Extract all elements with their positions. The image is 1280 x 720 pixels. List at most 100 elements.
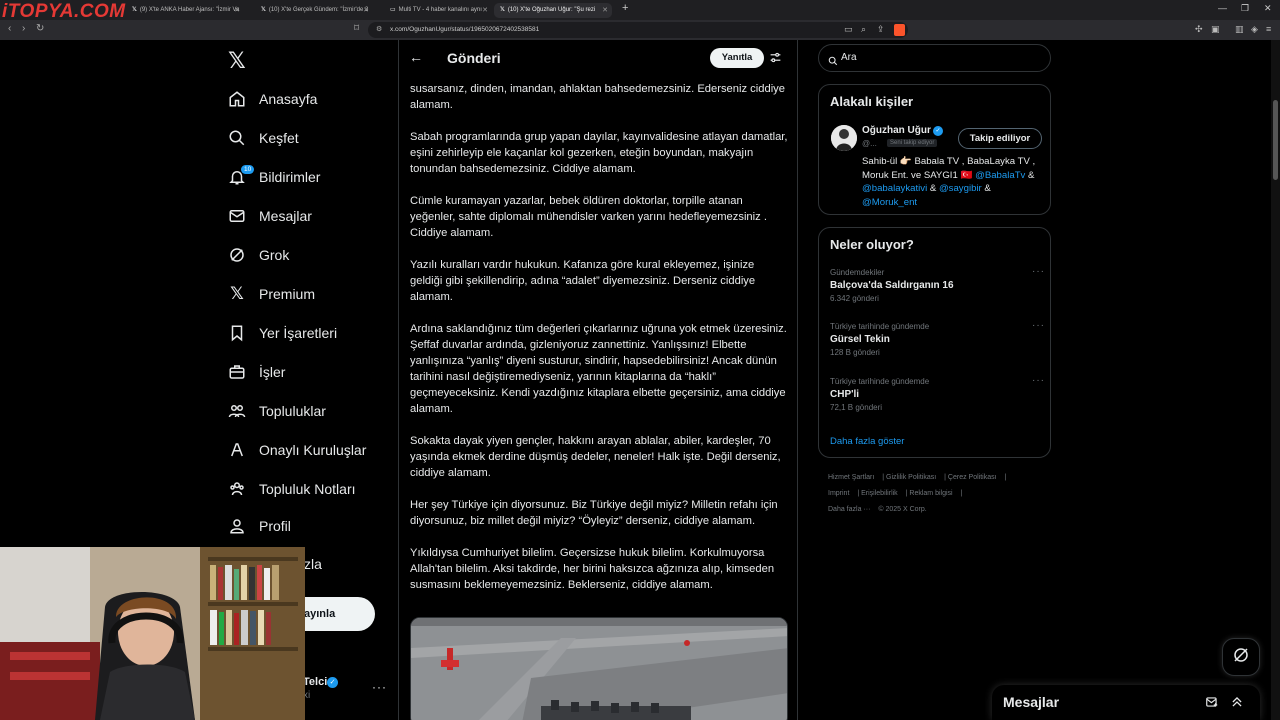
account-name[interactable]: Telci — [303, 676, 327, 688]
footer-link[interactable]: Erişilebilirlik — [861, 490, 898, 497]
nav-verified-orgs[interactable]: Onaylı Kuruluşlar — [228, 435, 366, 465]
communities-icon — [228, 402, 246, 420]
close-tab-icon[interactable]: ✕ — [363, 3, 369, 18]
nav-home[interactable]: Anasayfa — [228, 84, 317, 114]
mail-icon — [228, 207, 246, 225]
trends-title: Neler oluyor? — [830, 237, 914, 252]
cast-icon[interactable]: ▭ — [844, 24, 853, 35]
nav-profile[interactable]: Profil — [228, 511, 291, 541]
nav-notifications[interactable]: 10 Bildirimler — [228, 162, 320, 192]
post-detail-column: ← Gönderi Yanıtla susarsanız, dinden, im… — [398, 40, 798, 720]
more-options-icon[interactable]: ··· — [1032, 375, 1045, 386]
post-paragraph: Sokakta dayak yiyen gençler, hakkını ara… — [410, 435, 781, 479]
following-button[interactable]: Takip ediliyor — [958, 128, 1042, 149]
browser-tab-2[interactable]: 𝕏 (10) X'te Gerçek Gündem: "İzmir'de 3 ✕ — [255, 3, 373, 18]
close-tab-icon[interactable]: ✕ — [234, 3, 240, 18]
wallet-icon[interactable]: ▣ — [1211, 24, 1220, 35]
mention-link[interactable]: @Moruk_ent — [862, 197, 917, 208]
zoom-icon[interactable]: ⌕ — [861, 24, 866, 35]
page-title: Gönderi — [447, 50, 501, 66]
scrollbar-thumb[interactable] — [1273, 100, 1278, 180]
nav-bookmarks[interactable]: Yer İşaretleri — [228, 318, 337, 348]
more-options-icon[interactable]: ··· — [1032, 320, 1045, 331]
nav-messages[interactable]: Mesajlar — [228, 201, 312, 231]
trend-item[interactable]: Gündemdekiler Balçova'da Saldırganın 16 … — [830, 266, 1045, 303]
related-user-handle: @... — [862, 139, 877, 148]
messages-drawer-title: Mesajlar — [1003, 694, 1060, 710]
x-logo-icon[interactable]: 𝕏 — [228, 48, 246, 74]
nav-more-label[interactable]: zla — [304, 556, 322, 572]
browser-tab-1[interactable]: 𝕏 (9) X'te ANKA Haber Ajansı: "İzmir Va ✕ — [126, 3, 244, 18]
bookmark-page-icon[interactable]: ⌑ — [354, 23, 359, 34]
new-message-icon[interactable] — [1205, 695, 1219, 714]
footer-link[interactable]: Imprint — [828, 490, 849, 497]
site-info-icon[interactable]: ⚙ — [376, 22, 382, 38]
share-icon[interactable]: ⇪ — [877, 24, 885, 35]
footer-link[interactable]: Hizmet Şartları — [828, 474, 874, 481]
page-scrollbar[interactable] — [1271, 40, 1280, 720]
reply-button[interactable]: Yanıtla — [710, 48, 764, 68]
post-paragraph: Her şey Türkiye için diyorsunuz. Biz Tür… — [410, 499, 778, 527]
post-paragraph: Yıkıldıysa Cumhuriyet bilelim. Geçersizs… — [410, 547, 775, 591]
vpn-icon[interactable]: ◈ — [1251, 24, 1258, 35]
community-notes-icon — [228, 480, 246, 498]
minimize-icon[interactable]: — — [1218, 3, 1227, 13]
close-tab-icon[interactable]: ✕ — [602, 3, 608, 18]
new-tab-icon[interactable]: + — [622, 2, 628, 14]
menu-icon[interactable]: ≡ — [1266, 24, 1271, 34]
search-input[interactable]: Ara — [841, 52, 857, 63]
forward-nav-icon[interactable]: › — [22, 23, 25, 34]
trend-item[interactable]: Türkiye tarihinde gündemde CHP'li 72,1 B… — [830, 375, 1045, 412]
account-more-icon[interactable]: ··· — [372, 680, 387, 694]
footer-link[interactable]: Çerez Politikası — [948, 474, 997, 481]
related-people-card: Alakalı kişiler Oğuzhan Uğur ✓ @... Seni… — [818, 84, 1051, 215]
nav-premium[interactable]: 𝕏 Premium — [228, 279, 315, 309]
show-more-link[interactable]: Daha fazla göster — [830, 436, 904, 447]
footer-link[interactable]: Reklam bilgisi — [909, 490, 952, 497]
grok-floating-button[interactable] — [1222, 638, 1260, 676]
post-media-image[interactable] — [410, 617, 788, 720]
x-favicon-icon: 𝕏 — [132, 7, 137, 13]
extensions-icon[interactable]: ✣ — [1195, 24, 1203, 35]
maximize-icon[interactable]: ❐ — [1241, 3, 1249, 14]
mention-link[interactable]: @saygibir — [939, 183, 982, 194]
reload-icon[interactable]: ↻ — [36, 23, 44, 34]
nav-explore[interactable]: Keşfet — [228, 123, 299, 153]
post-button[interactable]: ayınla — [300, 597, 375, 631]
browser-tab-3[interactable]: ▭ Multi TV - 4 haber kanalını aynı ✕ — [384, 3, 492, 18]
close-window-icon[interactable]: ✕ — [1264, 3, 1272, 14]
post-paragraph: Ardına saklandığınız tüm değerleri çıkar… — [410, 323, 787, 415]
more-options-icon[interactable]: ··· — [1032, 266, 1045, 277]
mention-link[interactable]: @BabalaTv — [975, 170, 1025, 181]
webcam-overlay — [0, 547, 305, 720]
nav-community-notes[interactable]: Topluluk Notları — [228, 474, 356, 504]
related-user-name[interactable]: Oğuzhan Uğur — [862, 125, 931, 136]
avatar[interactable] — [831, 125, 857, 151]
url-field[interactable]: ⚙ x.com/OguzhanUgur/status/1965020672402… — [368, 22, 908, 38]
post-header: ← Gönderi Yanıtla — [399, 40, 797, 76]
brave-shield-icon[interactable] — [894, 24, 905, 36]
close-tab-icon[interactable]: ✕ — [482, 3, 488, 18]
nav-grok[interactable]: Grok — [228, 240, 289, 270]
post-paragraph: Sabah programlarında grup yapan dayılar,… — [410, 131, 788, 175]
footer-link[interactable]: Daha fazla ··· — [828, 506, 870, 513]
copyright: © 2025 X Corp. — [878, 506, 927, 513]
messages-drawer[interactable]: Mesajlar — [992, 685, 1260, 720]
trend-item[interactable]: Türkiye tarihinde gündemde Gürsel Tekin … — [830, 320, 1045, 357]
nav-communities[interactable]: Topluluklar — [228, 396, 326, 426]
back-arrow-icon[interactable]: ← — [409, 49, 423, 65]
back-nav-icon[interactable]: ‹ — [8, 23, 11, 34]
search-icon — [228, 129, 246, 147]
related-title: Alakalı kişiler — [830, 94, 914, 109]
mention-link[interactable]: @babalaykativi — [862, 183, 927, 194]
footer-link[interactable]: Gizlilik Politikası — [886, 474, 936, 481]
settings-sliders-icon[interactable] — [769, 51, 782, 69]
browser-tab-4-active[interactable]: 𝕏 (10) X'te Oğuzhan Uğur: "Şu rezi ✕ — [494, 3, 612, 18]
expand-chevron-icon[interactable] — [1230, 695, 1244, 714]
verified-badge-icon: ✓ — [327, 677, 338, 688]
nav-jobs[interactable]: İşler — [228, 357, 285, 387]
profile-icon — [228, 517, 246, 535]
search-icon — [828, 53, 838, 71]
sidebar-toggle-icon[interactable]: ▥ — [1235, 24, 1244, 35]
search-box[interactable]: Ara — [818, 44, 1051, 72]
